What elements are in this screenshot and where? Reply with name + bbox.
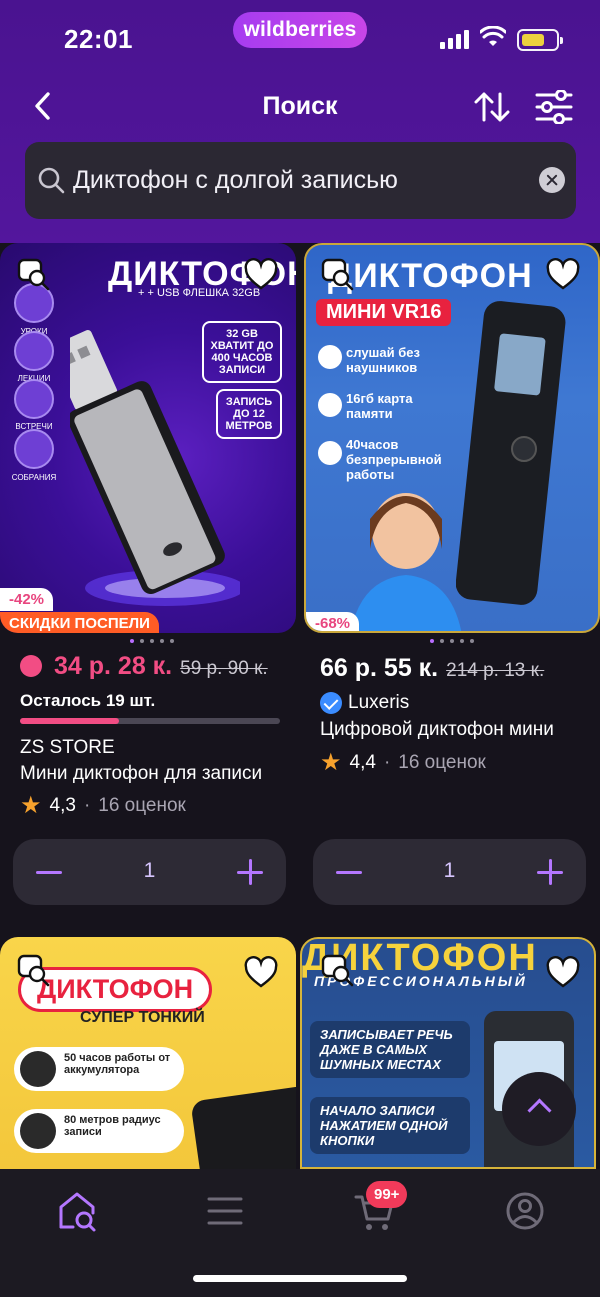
tab-catalog[interactable] bbox=[203, 1189, 247, 1233]
increase-button[interactable] bbox=[526, 848, 574, 896]
scroll-to-top-button[interactable] bbox=[502, 1072, 576, 1146]
poster-subtitle: + + USB ФЛЕШКА 32GB bbox=[138, 287, 261, 299]
person-image bbox=[350, 493, 462, 631]
search-icon bbox=[38, 167, 65, 194]
product-name[interactable]: Цифровой диктофон мини bbox=[320, 719, 582, 741]
battery-icon bbox=[517, 29, 563, 51]
product-image[interactable]: ДИКТОФОН + + USB ФЛЕШКА 32GB УРОКИ ЛЕКЦИ… bbox=[0, 243, 296, 633]
cart-count-badge: 99+ bbox=[366, 1181, 408, 1208]
header: 22:01 wildberries Поиск Диктофон с долго… bbox=[0, 0, 600, 243]
quantity-stepper: 1 bbox=[13, 839, 286, 905]
clear-search-icon[interactable] bbox=[539, 167, 565, 193]
price-row: 66 р. 55 к. 214 р. 13 к. bbox=[320, 654, 544, 683]
lectures-icon bbox=[14, 331, 54, 371]
discount-badge: -42% bbox=[0, 588, 54, 611]
discount-badge: -68% bbox=[306, 612, 360, 631]
review-count: 16 оценок bbox=[398, 752, 486, 773]
search-input[interactable]: Диктофон с долгой записью bbox=[25, 142, 576, 219]
star-icon: ★ bbox=[320, 749, 342, 776]
poster-feature: 80 метров радиус записи bbox=[64, 1114, 161, 1138]
increase-button[interactable] bbox=[226, 848, 274, 896]
brand-name: Luxeris bbox=[348, 692, 410, 713]
poster-feature: 50 часов работы от аккумулятора bbox=[64, 1052, 171, 1076]
feature-pill: 80 метров радиус записи bbox=[14, 1109, 184, 1153]
feature-pill: 50 часов работы от аккумулятора bbox=[14, 1047, 184, 1091]
image-pager bbox=[430, 639, 474, 643]
find-similar-icon[interactable] bbox=[320, 953, 356, 989]
poster-feature: слушай без наушников bbox=[346, 345, 420, 375]
stock-bar bbox=[20, 718, 280, 724]
status-time: 22:01 bbox=[64, 24, 133, 54]
favorite-icon[interactable] bbox=[546, 258, 580, 292]
promo-badge: СКИДКИ ПОСПЕЛИ bbox=[0, 612, 159, 633]
brand-name[interactable]: ZS STORE bbox=[20, 737, 115, 759]
sort-button[interactable] bbox=[472, 88, 512, 126]
price: 66 р. 55 к. bbox=[320, 654, 439, 682]
rating-value: 4,3 bbox=[49, 795, 76, 816]
brand-logo: wildberries bbox=[233, 12, 367, 48]
feature-icons bbox=[318, 345, 342, 465]
hot-price-icon bbox=[20, 655, 42, 677]
poster-title: ДИКТОФОН bbox=[328, 257, 533, 295]
poster-feature: 40часов безпрерывной работы bbox=[346, 437, 442, 482]
nav-bar: Поиск bbox=[0, 82, 600, 132]
quantity-stepper: 1 bbox=[313, 839, 586, 905]
wifi-icon bbox=[480, 26, 506, 46]
range-icon bbox=[20, 1113, 56, 1149]
meetings-icon bbox=[14, 379, 54, 419]
find-similar-icon[interactable] bbox=[320, 257, 356, 293]
tab-profile[interactable] bbox=[503, 1189, 547, 1233]
brand-row[interactable]: Luxeris bbox=[320, 692, 409, 714]
filter-button[interactable] bbox=[535, 90, 573, 124]
recorder-image bbox=[190, 1085, 296, 1169]
cellular-signal-icon bbox=[440, 30, 470, 49]
image-pager bbox=[130, 639, 174, 643]
usb-recorder-image bbox=[70, 330, 240, 606]
poster-subtitle: МИНИ VR16 bbox=[316, 299, 452, 326]
poster-feature: ЗАПИСЫВАЕТ РЕЧЬ ДАЖЕ В САМЫХ ШУМНЫХ МЕСТ… bbox=[310, 1021, 470, 1078]
star-icon: ★ bbox=[20, 792, 42, 819]
favorite-icon[interactable] bbox=[546, 956, 580, 990]
verified-icon bbox=[320, 692, 342, 714]
search-query: Диктофон с долгой записью bbox=[73, 166, 398, 194]
rating: ★ 4,4 · 16 оценок bbox=[320, 749, 486, 776]
find-similar-icon[interactable] bbox=[16, 953, 52, 989]
stock-left: Осталось 19 шт. bbox=[20, 691, 156, 710]
recorder-image bbox=[456, 301, 566, 605]
product-image[interactable]: ДИКТОФОН МИНИ VR16 слушай без наушников … bbox=[304, 243, 600, 633]
status-bar: 22:01 wildberries bbox=[0, 0, 600, 80]
find-similar-icon[interactable] bbox=[16, 257, 52, 293]
poster-feature: НАЧАЛО ЗАПИСИ НАЖАТИЕМ ОДНОЙ КНОПКИ bbox=[310, 1097, 470, 1154]
side-label: СОБРАНИЯ bbox=[11, 473, 57, 482]
clock-icon bbox=[20, 1051, 56, 1087]
old-price: 214 р. 13 к. bbox=[446, 660, 545, 681]
old-price: 59 р. 90 к. bbox=[180, 658, 268, 679]
price-row: 34 р. 28 к. 59 р. 90 к. bbox=[20, 652, 268, 681]
price: 34 р. 28 к. bbox=[54, 652, 173, 680]
review-count: 16 оценок bbox=[98, 795, 186, 816]
poster-subtitle: СУПЕР ТОНКИЙ bbox=[80, 1009, 205, 1026]
assembly-icon bbox=[14, 429, 54, 469]
favorite-icon[interactable] bbox=[244, 956, 278, 990]
home-indicator bbox=[193, 1275, 407, 1282]
rating-value: 4,4 bbox=[349, 752, 376, 773]
poster-feature: 16гб карта памяти bbox=[346, 391, 413, 421]
tab-home-search[interactable] bbox=[55, 1189, 99, 1233]
rating: ★ 4,3 · 16 оценок bbox=[20, 792, 186, 819]
favorite-icon[interactable] bbox=[244, 258, 278, 292]
product-name[interactable]: Мини диктофон для записи bbox=[20, 763, 282, 785]
